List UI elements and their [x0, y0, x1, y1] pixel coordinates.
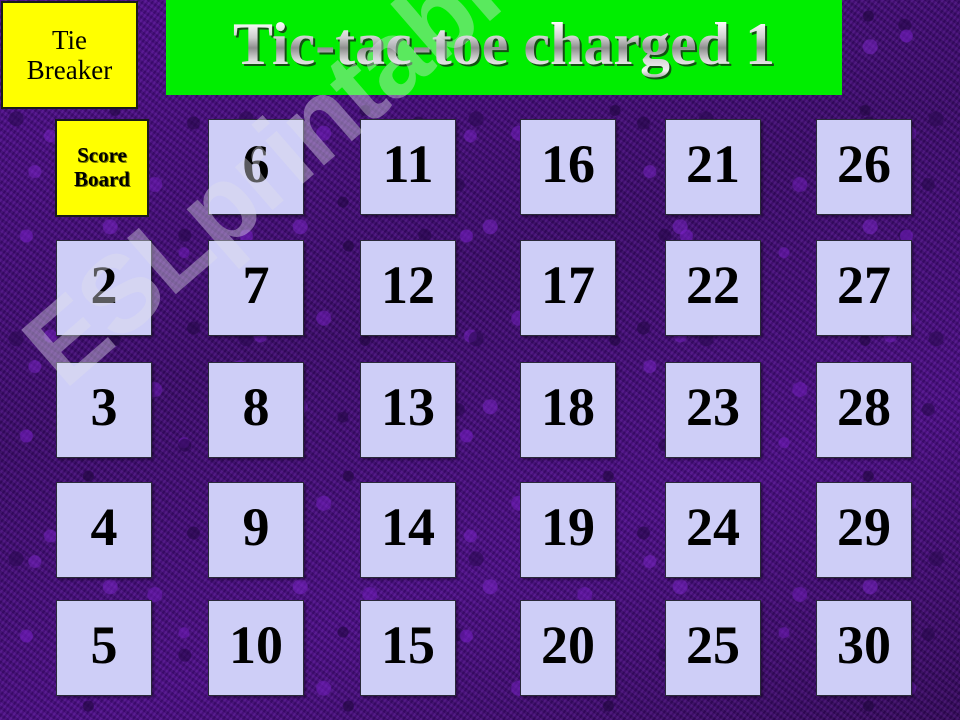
number-tile-label: 16: [541, 134, 595, 194]
number-tile-label: 30: [837, 615, 891, 675]
number-tile-label: 12: [381, 255, 435, 315]
number-tile-6[interactable]: 6: [208, 119, 304, 215]
number-tile-15[interactable]: 15: [360, 600, 456, 696]
number-tile-19[interactable]: 19: [520, 482, 616, 578]
number-tile-label: 10: [229, 615, 283, 675]
number-tile-2[interactable]: 2: [56, 240, 152, 336]
number-tile-label: 17: [541, 255, 595, 315]
number-tile-27[interactable]: 27: [816, 240, 912, 336]
number-tile-label: 6: [242, 134, 270, 194]
number-tile-9[interactable]: 9: [208, 482, 304, 578]
number-tile-label: 3: [90, 377, 118, 437]
number-tile-label: 7: [242, 255, 270, 315]
number-tile-label: 9: [242, 497, 270, 557]
score-board-label-line2: Board: [73, 167, 130, 191]
number-tile-label: 2: [90, 255, 118, 315]
number-tile-25[interactable]: 25: [665, 600, 761, 696]
number-tile-label: 18: [541, 377, 595, 437]
number-tile-4[interactable]: 4: [56, 482, 152, 578]
number-tile-14[interactable]: 14: [360, 482, 456, 578]
number-tile-label: 11: [382, 134, 434, 194]
number-tile-11[interactable]: 11: [360, 119, 456, 215]
number-tile-23[interactable]: 23: [665, 362, 761, 458]
number-tile-29[interactable]: 29: [816, 482, 912, 578]
number-tile-label: 4: [90, 497, 118, 557]
number-tile-label: 24: [686, 497, 740, 557]
number-tile-3[interactable]: 3: [56, 362, 152, 458]
number-tile-label: 21: [686, 134, 740, 194]
number-tile-12[interactable]: 12: [360, 240, 456, 336]
page-title: Tic-tac-toe charged 1: [232, 11, 776, 77]
number-tile-label: 19: [541, 497, 595, 557]
number-tile-label: 23: [686, 377, 740, 437]
tie-breaker-label-line2: Breaker: [26, 55, 113, 85]
tie-breaker-button[interactable]: Tie Breaker: [1, 1, 138, 109]
number-tile-label: 14: [381, 497, 435, 557]
number-tile-label: 25: [686, 615, 740, 675]
number-tile-21[interactable]: 21: [665, 119, 761, 215]
number-tile-7[interactable]: 7: [208, 240, 304, 336]
score-board-label-line1: Score: [77, 143, 127, 168]
number-tile-label: 8: [242, 377, 270, 437]
number-tile-26[interactable]: 26: [816, 119, 912, 215]
number-tile-label: 27: [837, 255, 891, 315]
number-tile-label: 26: [837, 134, 891, 194]
number-tile-24[interactable]: 24: [665, 482, 761, 578]
number-tile-13[interactable]: 13: [360, 362, 456, 458]
number-tile-label: 22: [686, 255, 740, 315]
number-tile-5[interactable]: 5: [56, 600, 152, 696]
score-board-button[interactable]: Score Board: [55, 119, 149, 217]
number-tile-label: 5: [90, 615, 118, 675]
number-tile-label: 28: [837, 377, 891, 437]
number-tile-18[interactable]: 18: [520, 362, 616, 458]
tie-breaker-label-line1: Tie: [51, 24, 88, 55]
number-tile-8[interactable]: 8: [208, 362, 304, 458]
number-tile-28[interactable]: 28: [816, 362, 912, 458]
number-tile-label: 29: [837, 497, 891, 557]
number-tile-10[interactable]: 10: [208, 600, 304, 696]
number-tile-16[interactable]: 16: [520, 119, 616, 215]
title-banner: Tic-tac-toe charged 1: [166, 0, 842, 95]
number-tile-22[interactable]: 22: [665, 240, 761, 336]
game-board-slide: Tie Breaker Score Board Tic-tac-toe char…: [0, 0, 960, 720]
number-tile-20[interactable]: 20: [520, 600, 616, 696]
number-tile-label: 15: [381, 615, 435, 675]
number-tile-17[interactable]: 17: [520, 240, 616, 336]
number-tile-label: 13: [381, 377, 435, 437]
number-tile-label: 20: [541, 615, 595, 675]
number-tile-30[interactable]: 30: [816, 600, 912, 696]
